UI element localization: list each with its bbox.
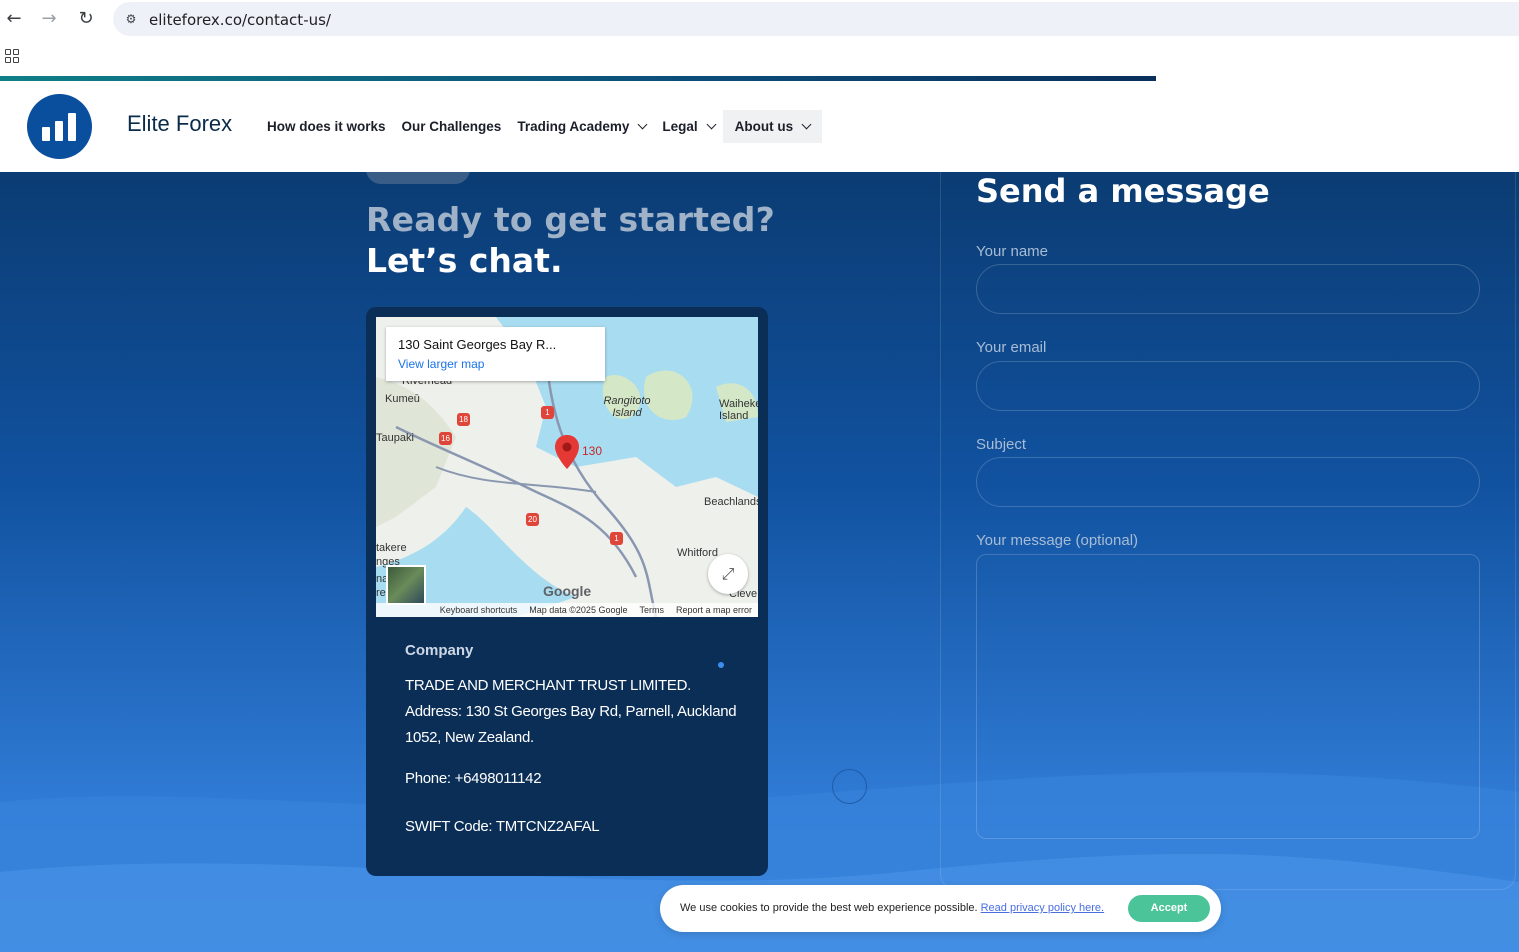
map-place-title: 130 Saint Georges Bay R... xyxy=(398,337,557,352)
map-label: Waiheke Island xyxy=(719,398,758,422)
nav-legal[interactable]: Legal xyxy=(662,119,717,134)
email-label: Your email xyxy=(976,339,1047,356)
subject-label: Subject xyxy=(976,436,1027,453)
company-phone: Phone: +6498011142 xyxy=(405,770,542,787)
map-label: re xyxy=(376,587,386,599)
map-place-card: 130 Saint Georges Bay R... View larger m… xyxy=(386,327,605,381)
company-address: Address: 130 St Georges Bay Rd, Parnell,… xyxy=(405,703,737,746)
map-label: Rangitoto Island xyxy=(603,395,651,419)
company-name: TRADE AND MERCHANT TRUST LIMITED. xyxy=(405,677,691,694)
name-label: Your name xyxy=(976,243,1048,260)
company-details: TRADE AND MERCHANT TRUST LIMITED. Addres… xyxy=(405,673,745,751)
reload-icon[interactable]: ↻ xyxy=(75,8,97,30)
cookie-text: We use cookies to provide the best web e… xyxy=(680,902,1105,914)
terms-link[interactable]: Terms xyxy=(639,605,664,615)
route-badge: 1 xyxy=(541,406,554,419)
message-textarea[interactable] xyxy=(976,554,1480,839)
form-title: Send a message xyxy=(976,172,1270,210)
nav-our-challenges[interactable]: Our Challenges xyxy=(402,119,502,134)
route-badge: 20 xyxy=(526,513,539,526)
contact-section: Ready to get started? Let’s chat. 130 Sa… xyxy=(0,172,1519,952)
decorative-circle xyxy=(832,769,867,804)
url-text[interactable]: eliteforex.co/contact-us/ xyxy=(149,11,331,29)
bookmark-bar xyxy=(0,38,1519,76)
privacy-policy-link[interactable]: Read privacy policy here. xyxy=(981,902,1105,914)
nav-about-us[interactable]: About us xyxy=(722,110,823,143)
company-card: 130 Saint Georges Bay R... View larger m… xyxy=(366,307,768,876)
google-logo: Google xyxy=(543,583,592,599)
route-badge: 1 xyxy=(610,532,623,545)
logo-icon[interactable] xyxy=(27,94,92,159)
keyboard-shortcuts-link[interactable]: Keyboard shortcuts xyxy=(440,605,518,615)
back-icon[interactable]: ← xyxy=(3,8,25,30)
google-map[interactable]: 130 Saint Georges Bay R... View larger m… xyxy=(376,317,758,617)
route-badge: 18 xyxy=(457,413,470,426)
browser-toolbar: ← → ↻ ⚙ eliteforex.co/contact-us/ xyxy=(0,0,1519,38)
contact-us-pill xyxy=(366,172,470,184)
message-label: Your message (optional) xyxy=(976,532,1139,549)
site-header: Elite Forex How does it works Our Challe… xyxy=(0,81,1519,172)
chevron-down-icon xyxy=(706,119,717,130)
map-footer: Keyboard shortcuts Map data ©2025 Google… xyxy=(376,603,758,617)
subject-input[interactable] xyxy=(976,457,1480,507)
map-label: Whitford xyxy=(677,547,718,559)
main-nav: How does it works Our Challenges Trading… xyxy=(267,110,838,143)
chevron-down-icon xyxy=(801,119,812,130)
fullscreen-icon[interactable]: ⤢ xyxy=(708,554,748,594)
forward-icon[interactable]: → xyxy=(38,8,60,30)
company-swift: SWIFT Code: TMTCNZ2AFAL xyxy=(405,818,600,835)
map-data-text: Map data ©2025 Google xyxy=(529,605,628,615)
email-input[interactable] xyxy=(976,361,1480,411)
cookie-banner: We use cookies to provide the best web e… xyxy=(660,885,1221,932)
chevron-down-icon xyxy=(637,119,648,130)
accept-cookies-button[interactable]: Accept xyxy=(1128,895,1210,922)
satellite-toggle[interactable] xyxy=(386,565,426,605)
map-label: Kumeū xyxy=(385,393,420,405)
map-label: Taupaki xyxy=(376,432,414,444)
brand-name[interactable]: Elite Forex xyxy=(127,111,232,137)
hero-heading-line2: Let’s chat. xyxy=(366,241,563,280)
nav-trading-academy[interactable]: Trading Academy xyxy=(517,119,648,134)
map-pin-icon[interactable] xyxy=(554,435,580,474)
name-input[interactable] xyxy=(976,264,1480,314)
view-larger-map-link[interactable]: View larger map xyxy=(398,357,484,371)
company-label: Company xyxy=(405,642,474,659)
address-bar[interactable]: ⚙ eliteforex.co/contact-us/ xyxy=(113,2,1519,36)
site-info-icon[interactable]: ⚙ xyxy=(121,9,141,29)
apps-grid-icon[interactable] xyxy=(5,49,19,63)
decorative-dot xyxy=(718,662,724,668)
map-label: takere xyxy=(376,542,407,554)
route-badge: 16 xyxy=(439,432,452,445)
map-pin-label: 130 xyxy=(582,444,603,458)
hero-heading-line1: Ready to get started? xyxy=(366,200,775,239)
report-map-error-link[interactable]: Report a map error xyxy=(676,605,752,615)
nav-how-it-works[interactable]: How does it works xyxy=(267,119,386,134)
map-label: Beachlands xyxy=(704,496,758,508)
